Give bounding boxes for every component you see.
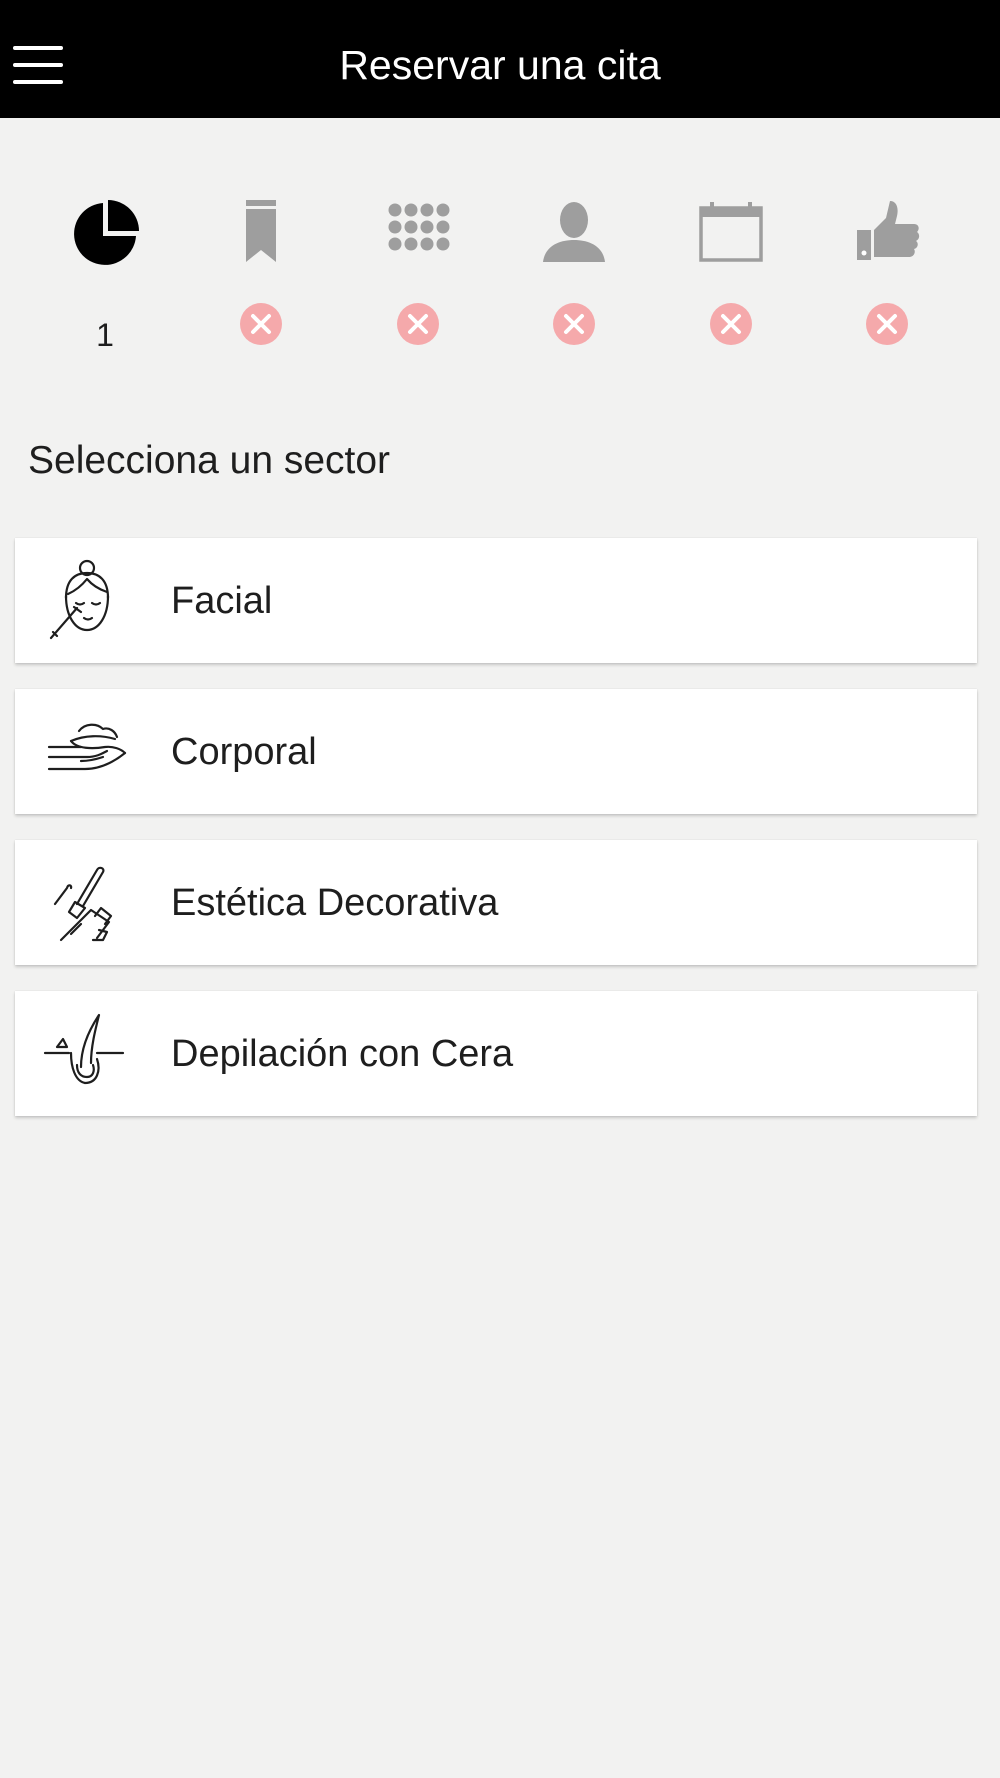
- pending-x-icon: [553, 303, 595, 345]
- step-date[interactable]: [681, 190, 781, 360]
- calendar-icon: [699, 202, 763, 262]
- page-title: Reservar una cita: [339, 42, 661, 88]
- grid-icon: [388, 203, 450, 251]
- top-app-bar: Reservar una cita: [0, 0, 1000, 118]
- step-number: 1: [96, 317, 114, 353]
- section-title: Selecciona un sector: [28, 439, 391, 482]
- sector-corporal[interactable]: Corporal: [15, 689, 977, 814]
- sector-label: Corporal: [171, 731, 317, 773]
- step-service[interactable]: [211, 190, 311, 360]
- step-confirm[interactable]: [837, 190, 937, 360]
- bookmark-icon: [246, 200, 276, 262]
- wax-hair-icon: [43, 1013, 125, 1085]
- sector-estetica-decorativa[interactable]: Estética Decorativa: [15, 840, 977, 965]
- user-icon: [543, 202, 605, 262]
- thumbs-up-icon: [857, 201, 920, 260]
- pending-x-icon: [866, 303, 908, 345]
- sector-depilacion-cera[interactable]: Depilación con Cera: [15, 991, 977, 1116]
- sector-facial[interactable]: Facial: [15, 538, 977, 663]
- facial-icon: [49, 559, 110, 640]
- body-massage-icon: [47, 723, 127, 771]
- sector-label: Facial: [171, 580, 273, 622]
- pie-chart-icon: [74, 200, 139, 265]
- pending-x-icon: [397, 303, 439, 345]
- step-professional[interactable]: [524, 190, 624, 360]
- sector-label: Estética Decorativa: [171, 882, 499, 924]
- makeup-brush-icon: [53, 866, 113, 942]
- booking-steps: 1: [0, 190, 1000, 360]
- pending-x-icon: [240, 303, 282, 345]
- hamburger-menu-icon[interactable]: [13, 44, 65, 84]
- step-category[interactable]: [368, 190, 468, 360]
- step-sector[interactable]: 1: [55, 190, 155, 360]
- pending-x-icon: [710, 303, 752, 345]
- sector-label: Depilación con Cera: [171, 1033, 514, 1075]
